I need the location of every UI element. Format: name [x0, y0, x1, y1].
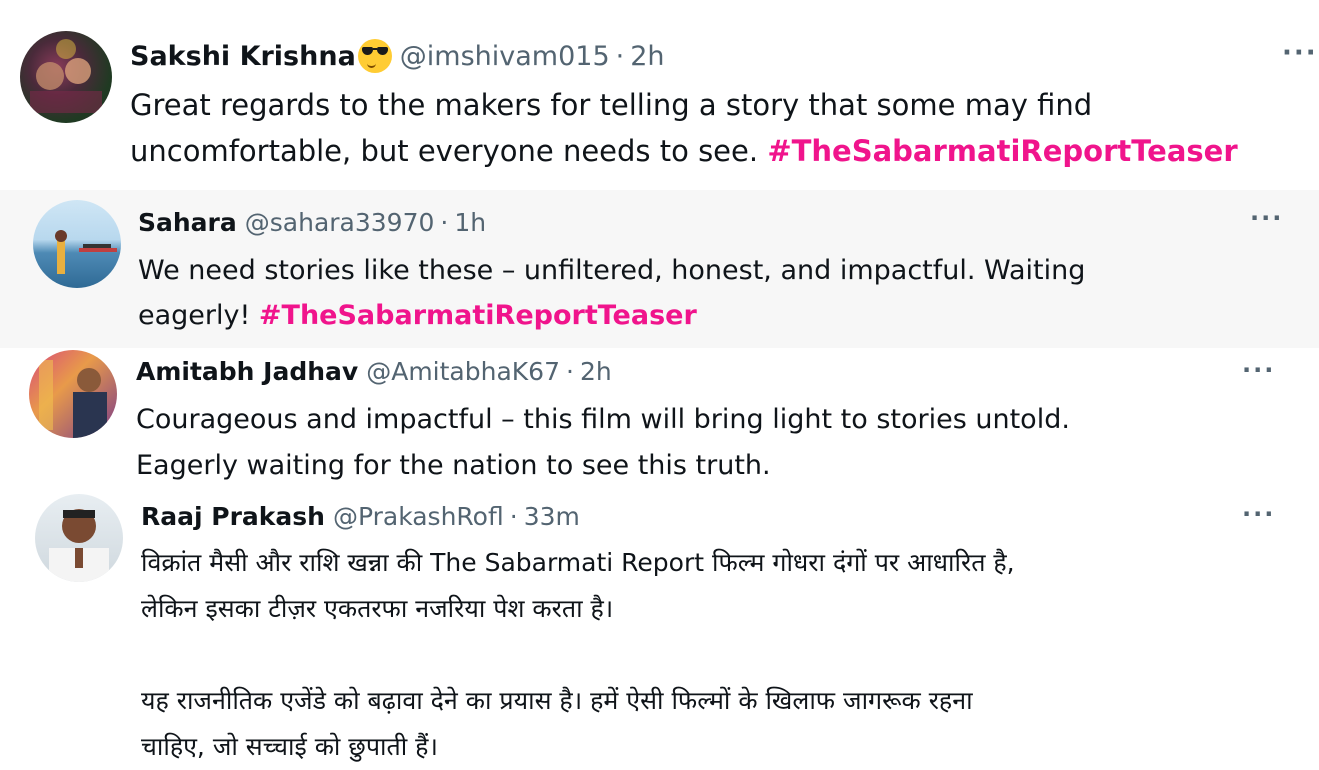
- tweet-text-line: Courageous and impactful – this film wil…: [136, 404, 1070, 435]
- separator: ·: [565, 356, 574, 386]
- tweet-text-segment: eagerly!: [138, 300, 251, 331]
- display-name[interactable]: Amitabh Jadhav: [136, 357, 358, 386]
- tweet-text-line: लेकिन इसका टीज़र एकतरफा नजरिया पेश करता …: [141, 594, 614, 623]
- timestamp[interactable]: 2h: [580, 357, 612, 386]
- tweet-text-line: Eagerly waiting for the nation to see th…: [136, 450, 771, 481]
- avatar-image: [55, 230, 117, 274]
- tweet-text-line: चाहिए, जो सच्चाई को छुपाती हैं।: [141, 732, 438, 761]
- avatar-image: [30, 39, 102, 113]
- tweet-text-line: Great regards to the makers for telling …: [130, 88, 1093, 122]
- display-name[interactable]: Sakshi Krishna: [130, 41, 356, 72]
- tweet-text: Courageous and impactful – this film wil…: [136, 397, 1306, 489]
- avatar[interactable]: [29, 350, 117, 438]
- more-options-icon[interactable]: ···: [1282, 38, 1318, 68]
- separator: ·: [440, 207, 449, 237]
- tweet-sakshi-krishna[interactable]: Sakshi Krishna @imshivam015 · 2h ··· Gre…: [0, 0, 1319, 190]
- user-handle[interactable]: @AmitabhaK67: [366, 357, 560, 386]
- tweet-text-line: uncomfortable, but everyone needs to see…: [130, 128, 1315, 174]
- tweet-text-line: eagerly! #TheSabarmatiReportTeaser: [138, 293, 1308, 338]
- avatar[interactable]: [35, 494, 123, 582]
- tweet-text-line: विक्रांत मैसी और राशि खन्ना की The Sabar…: [141, 548, 1015, 577]
- tweet-header: Amitabh Jadhav @AmitabhaK67 · 2h: [136, 352, 612, 390]
- avatar[interactable]: [20, 31, 112, 123]
- display-name[interactable]: Sahara: [138, 208, 237, 237]
- timestamp[interactable]: 1h: [454, 208, 486, 237]
- user-handle[interactable]: @PrakashRofl: [333, 502, 504, 531]
- tweet-text-segment: uncomfortable, but everyone needs to see…: [130, 134, 759, 168]
- more-options-icon[interactable]: ···: [1242, 500, 1275, 528]
- avatar-image: [49, 509, 109, 582]
- tweet-text-line: यह राजनीतिक एजेंडे को बढ़ावा देने का प्र…: [141, 686, 973, 715]
- separator: ·: [615, 40, 625, 72]
- tweet-header: Sakshi Krishna @imshivam015 · 2h: [130, 36, 665, 76]
- user-handle[interactable]: @sahara33970: [245, 208, 435, 237]
- hashtag-link[interactable]: #TheSabarmatiReportTeaser: [767, 134, 1237, 168]
- tweet-text: We need stories like these – unfiltered,…: [138, 248, 1308, 338]
- avatar-image: [39, 360, 107, 438]
- tweet-sahara[interactable]: Sahara @sahara33970 · 1h ··· We need sto…: [0, 190, 1319, 348]
- sunglasses-emoji-icon: [357, 39, 392, 73]
- tweet-header: Raaj Prakash @PrakashRofl · 33m: [141, 498, 580, 534]
- more-options-icon[interactable]: ···: [1242, 356, 1275, 384]
- tweet-text: Great regards to the makers for telling …: [130, 82, 1315, 174]
- tweet-raaj-prakash[interactable]: Raaj Prakash @PrakashRofl · 33m ··· विक्…: [0, 490, 1319, 765]
- hashtag-link[interactable]: #TheSabarmatiReportTeaser: [259, 300, 697, 331]
- tweet-header: Sahara @sahara33970 · 1h: [138, 204, 486, 240]
- tweet-text-line: We need stories like these – unfiltered,…: [138, 255, 1086, 286]
- timestamp[interactable]: 2h: [630, 41, 664, 72]
- separator: ·: [509, 501, 518, 531]
- more-options-icon[interactable]: ···: [1250, 204, 1283, 232]
- avatar[interactable]: [33, 200, 121, 288]
- display-name[interactable]: Raaj Prakash: [141, 502, 325, 531]
- tweet-amitabh-jadhav[interactable]: Amitabh Jadhav @AmitabhaK67 · 2h ··· Cou…: [0, 348, 1319, 490]
- user-handle[interactable]: @imshivam015: [400, 41, 610, 72]
- timestamp[interactable]: 33m: [524, 502, 580, 531]
- tweet-text: विक्रांत मैसी और राशि खन्ना की The Sabar…: [141, 540, 1311, 770]
